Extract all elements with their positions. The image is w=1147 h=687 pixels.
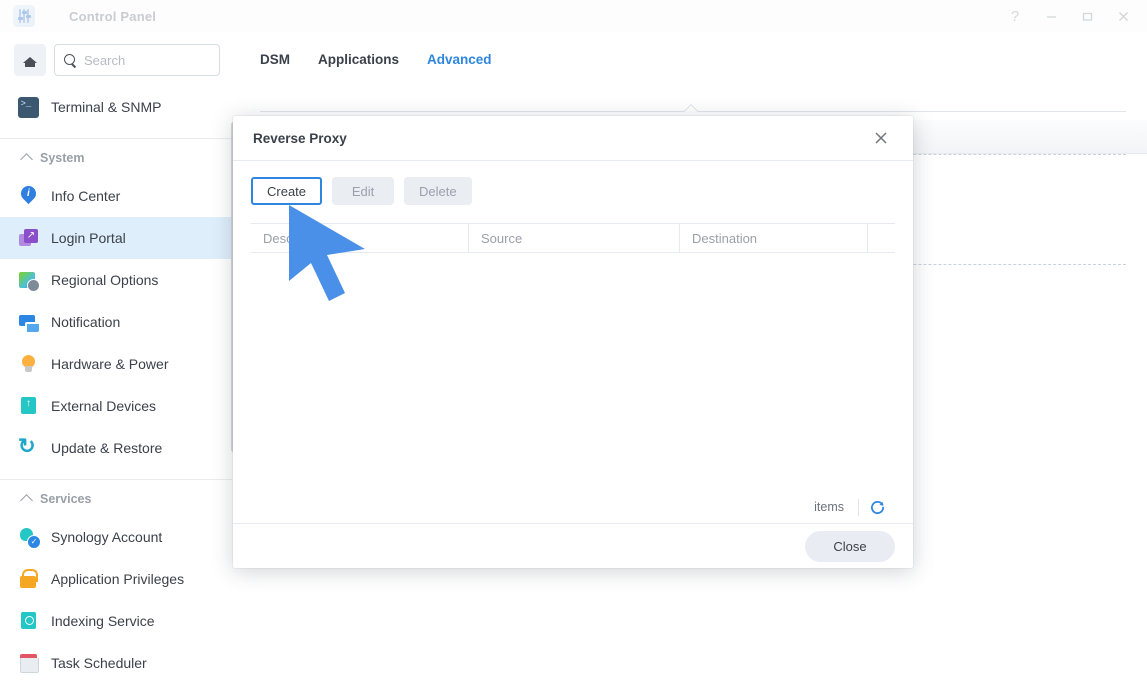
sidebar-group-system[interactable]: System xyxy=(0,141,232,175)
search-icon xyxy=(64,53,77,67)
hardware-power-icon xyxy=(18,354,39,375)
search-placeholder: Search xyxy=(84,52,126,68)
sidebar-item-info-center[interactable]: Info Center xyxy=(0,175,232,217)
dialog-header: Reverse Proxy xyxy=(233,116,913,161)
sidebar-item-label: Update & Restore xyxy=(51,440,163,456)
dialog-close-button[interactable]: Close xyxy=(805,530,895,562)
sidebar-item-task-scheduler[interactable]: Task Scheduler xyxy=(0,642,232,684)
sidebar-item-label: Application Privileges xyxy=(51,571,185,587)
table-footer: items xyxy=(251,491,895,523)
sidebar-group-label: Services xyxy=(40,492,92,506)
tab-bar: DSM Applications Advanced xyxy=(238,32,1147,79)
dialog-footer: Close xyxy=(233,523,913,568)
synology-account-icon xyxy=(18,527,41,549)
column-header-extra[interactable] xyxy=(868,224,895,253)
reverse-proxy-table: Description Source Destination xyxy=(251,223,895,491)
sidebar-item-label: Login Portal xyxy=(51,230,126,246)
edit-button: Edit xyxy=(332,177,395,205)
lock-icon xyxy=(18,568,39,590)
info-center-icon xyxy=(18,186,39,207)
close-button[interactable] xyxy=(1109,2,1137,30)
external-devices-icon xyxy=(18,396,39,419)
tab-advanced[interactable]: Advanced xyxy=(427,52,492,79)
tab-applications[interactable]: Applications xyxy=(318,52,399,79)
dialog-body: Create Edit Delete Description Source De… xyxy=(233,161,913,523)
minimize-button[interactable] xyxy=(1037,2,1065,30)
sidebar-item-login-portal[interactable]: Login Portal xyxy=(0,217,232,259)
sidebar-nav: Terminal & SNMP System Info Center Login… xyxy=(0,86,232,684)
window-titlebar: Control Panel ? xyxy=(0,0,1147,32)
create-button[interactable]: Create xyxy=(251,177,323,205)
refresh-icon[interactable] xyxy=(859,494,895,520)
dialog-toolbar: Create Edit Delete xyxy=(233,161,913,205)
table-body-empty xyxy=(251,253,895,491)
sidebar-item-indexing-service[interactable]: Indexing Service xyxy=(0,600,232,642)
sidebar-item-external-devices[interactable]: External Devices xyxy=(0,385,232,427)
sidebar-item-terminal-snmp[interactable]: Terminal & SNMP xyxy=(0,86,232,128)
sidebar-item-update-restore[interactable]: Update & Restore xyxy=(0,427,232,469)
sidebar-divider xyxy=(0,479,232,480)
chevron-up-icon xyxy=(20,153,33,166)
column-header-destination[interactable]: Destination xyxy=(680,224,868,253)
control-panel-window: Control Panel ? Search >_ Terminal & SNM… xyxy=(0,0,1147,687)
sidebar-item-label: Regional Options xyxy=(51,272,159,288)
sidebar: Search Terminal & SNMP System Info Cente… xyxy=(0,32,232,687)
close-icon[interactable] xyxy=(869,126,893,150)
column-header-description[interactable]: Description xyxy=(251,224,469,253)
tab-dsm[interactable]: DSM xyxy=(260,52,290,79)
reverse-proxy-dialog: Reverse Proxy Create Edit Delete Descrip… xyxy=(233,116,913,568)
sidebar-item-label: Indexing Service xyxy=(51,613,155,629)
sidebar-item-application-privileges[interactable]: Application Privileges xyxy=(0,558,232,600)
sidebar-item-hardware-power[interactable]: Hardware & Power xyxy=(0,343,232,385)
items-count-label: items xyxy=(814,500,844,514)
titlebar-left: Control Panel xyxy=(0,5,156,27)
sidebar-toolbar: Search xyxy=(0,32,232,86)
regional-options-icon xyxy=(18,270,40,292)
delete-button: Delete xyxy=(404,177,472,205)
sidebar-group-label: System xyxy=(40,151,85,165)
dialog-title: Reverse Proxy xyxy=(253,130,347,146)
login-portal-icon xyxy=(18,228,39,249)
sidebar-item-label: Terminal & SNMP xyxy=(51,99,162,115)
calendar-icon xyxy=(18,653,39,674)
sidebar-group-services[interactable]: Services xyxy=(0,482,232,516)
column-header-source[interactable]: Source xyxy=(469,224,680,253)
maximize-button[interactable] xyxy=(1073,2,1101,30)
sidebar-divider xyxy=(0,138,232,139)
sidebar-item-notification[interactable]: Notification xyxy=(0,301,232,343)
terminal-icon xyxy=(18,96,39,118)
sidebar-item-regional-options[interactable]: Regional Options xyxy=(0,259,232,301)
chevron-up-icon xyxy=(20,494,33,507)
control-panel-icon xyxy=(13,5,35,27)
search-input[interactable]: Search xyxy=(54,44,220,76)
sidebar-item-label: Hardware & Power xyxy=(51,356,169,372)
table-header-row: Description Source Destination xyxy=(251,224,895,253)
window-controls: ? xyxy=(1001,0,1137,32)
sidebar-item-label: Synology Account xyxy=(51,529,163,545)
home-icon xyxy=(22,53,38,67)
home-button[interactable] xyxy=(14,44,46,76)
sidebar-item-label: Task Scheduler xyxy=(51,655,147,671)
window-title: Control Panel xyxy=(69,8,157,24)
update-restore-icon xyxy=(18,434,39,459)
notification-icon xyxy=(18,312,39,333)
help-button[interactable]: ? xyxy=(1001,2,1029,30)
sidebar-item-label: Info Center xyxy=(51,188,121,204)
sidebar-item-label: Notification xyxy=(51,314,121,330)
sidebar-item-label: External Devices xyxy=(51,398,157,414)
indexing-service-icon xyxy=(18,611,39,632)
sidebar-item-synology-account[interactable]: Synology Account xyxy=(0,516,232,558)
